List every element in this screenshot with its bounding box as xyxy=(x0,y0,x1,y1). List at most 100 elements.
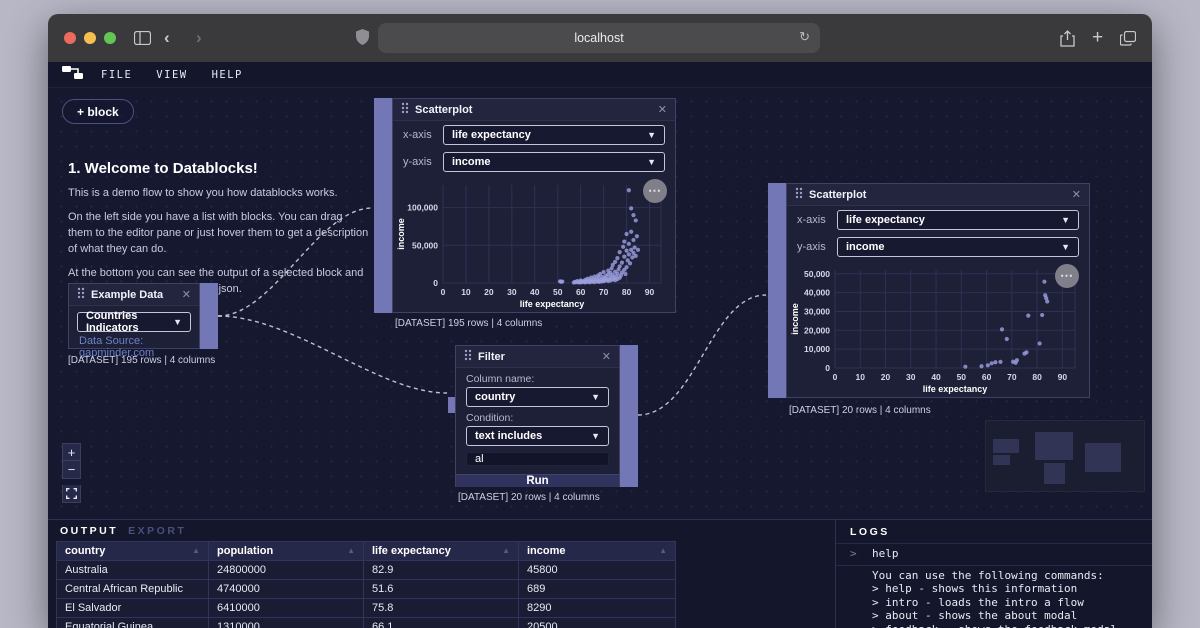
chevron-down-icon: ▼ xyxy=(173,317,182,327)
node-title: Filter xyxy=(478,350,505,363)
column-header-income[interactable]: income ▲ xyxy=(518,541,676,561)
sidebar-toggle-icon[interactable] xyxy=(134,27,151,49)
svg-text:30: 30 xyxy=(507,287,517,297)
output-port[interactable] xyxy=(200,283,218,349)
svg-text:10: 10 xyxy=(461,287,471,297)
table-cell: 6410000 xyxy=(208,598,364,618)
condition-select[interactable]: text includes ▼ xyxy=(466,426,609,446)
zoom-in-button[interactable]: + xyxy=(62,443,81,461)
flow-canvas[interactable]: + block 1. Welcome to Datablocks! This i… xyxy=(48,88,1152,519)
minimize-window-button[interactable] xyxy=(84,32,96,44)
forward-button[interactable]: › xyxy=(196,27,202,49)
x-axis-label: x-axis xyxy=(403,129,432,141)
dataset-select[interactable]: Countries Indicators ▼ xyxy=(77,310,191,334)
close-icon[interactable]: ✕ xyxy=(658,103,667,116)
tab-overview-icon[interactable] xyxy=(1120,27,1136,49)
chevron-down-icon: ▼ xyxy=(647,130,656,140)
input-port[interactable] xyxy=(768,183,786,398)
log-lines: help xyxy=(872,547,899,560)
svg-text:60: 60 xyxy=(982,372,992,382)
drag-handle-icon[interactable] xyxy=(77,286,85,304)
svg-text:0: 0 xyxy=(441,287,446,297)
input-port[interactable] xyxy=(448,397,455,413)
output-table: country ▲ population ▲ life expectancy ▲ incom… xyxy=(56,541,676,628)
filter-query-input[interactable]: al xyxy=(466,452,609,466)
x-axis-select[interactable]: life expectancy ▼ xyxy=(443,125,665,145)
chart-options-button[interactable]: ⋯ xyxy=(1055,264,1079,288)
zoom-out-button[interactable]: − xyxy=(62,461,81,479)
menu-item-help[interactable]: HELP xyxy=(212,69,243,81)
table-cell: El Salvador xyxy=(56,598,209,618)
sort-icon[interactable]: ▲ xyxy=(502,546,510,555)
column-select[interactable]: country ▼ xyxy=(466,387,609,407)
node-scatterplot-1[interactable]: Scatterplot ✕ x-axis life expectancy ▼ y… xyxy=(374,98,676,313)
new-tab-icon[interactable]: + xyxy=(1092,27,1103,49)
share-icon[interactable] xyxy=(1060,27,1075,49)
close-icon[interactable]: ✕ xyxy=(602,350,611,363)
tab-output[interactable]: OUTPUT xyxy=(60,525,118,537)
menu-item-view[interactable]: VIEW xyxy=(156,69,187,81)
reload-icon[interactable]: ↻ xyxy=(799,29,810,45)
close-window-button[interactable] xyxy=(64,32,76,44)
sort-icon[interactable]: ▲ xyxy=(659,546,667,555)
svg-text:life expectancy: life expectancy xyxy=(923,384,988,394)
column-header-life-expectancy[interactable]: life expectancy ▲ xyxy=(363,541,519,561)
drag-handle-icon[interactable] xyxy=(464,348,472,366)
table-row[interactable]: Central African Republic 4740000 51.6 689 xyxy=(56,579,676,599)
svg-text:40,000: 40,000 xyxy=(804,288,830,298)
zoom-controls: + − xyxy=(62,443,81,503)
close-icon[interactable]: ✕ xyxy=(1072,188,1081,201)
chevron-down-icon: ▼ xyxy=(1061,215,1070,225)
logs-title: LOGS xyxy=(836,520,1152,544)
minimap-node xyxy=(993,455,1010,465)
table-row[interactable]: Australia 24800000 82.9 45800 xyxy=(56,560,676,580)
browser-chrome: ‹ › localhost ↻ + xyxy=(48,14,1152,62)
column-header-country[interactable]: country ▲ xyxy=(56,541,209,561)
run-button[interactable]: Run xyxy=(456,474,619,487)
tab-export[interactable]: EXPORT xyxy=(128,525,186,537)
add-block-button[interactable]: + block xyxy=(62,99,134,124)
sort-icon[interactable]: ▲ xyxy=(192,546,200,555)
drag-handle-icon[interactable] xyxy=(795,186,803,204)
x-axis-select[interactable]: life expectancy ▼ xyxy=(837,210,1079,230)
node-header[interactable]: Filter ✕ xyxy=(456,346,619,368)
node-example-data[interactable]: Example Data ✕ Countries Indicators ▼ Da… xyxy=(68,283,218,359)
table-row[interactable]: El Salvador 6410000 75.8 8290 xyxy=(56,598,676,618)
drag-handle-icon[interactable] xyxy=(401,101,409,119)
close-icon[interactable]: ✕ xyxy=(182,288,191,301)
node-header[interactable]: Scatterplot ✕ xyxy=(393,99,675,121)
output-port[interactable] xyxy=(620,345,638,487)
url-bar[interactable]: localhost ↻ xyxy=(378,23,820,53)
node-header[interactable]: Scatterplot ✕ xyxy=(787,184,1089,206)
bottom-panel: OUTPUT EXPORT country ▲ population ▲ life exp… xyxy=(48,519,1152,628)
menu-item-file[interactable]: FILE xyxy=(101,69,132,81)
y-axis-label: y-axis xyxy=(797,241,826,253)
svg-text:50,000: 50,000 xyxy=(412,240,438,250)
node-header[interactable]: Example Data ✕ xyxy=(69,284,199,306)
log-lines: You can use the following commands: > hel… xyxy=(872,568,1117,628)
node-filter[interactable]: Filter ✕ Column name: country ▼ Conditio… xyxy=(448,345,638,487)
svg-text:10,000: 10,000 xyxy=(804,344,830,354)
y-axis-select[interactable]: income ▼ xyxy=(443,152,665,172)
chevron-down-icon: ▼ xyxy=(647,157,656,167)
minimap[interactable] xyxy=(985,420,1145,492)
chart-options-button[interactable]: ⋯ xyxy=(643,179,667,203)
table-cell: Equatorial Guinea xyxy=(56,617,209,628)
node-title: Example Data xyxy=(91,288,164,301)
y-axis-select[interactable]: income ▼ xyxy=(837,237,1079,257)
back-button[interactable]: ‹ xyxy=(164,27,170,49)
fit-view-button[interactable] xyxy=(62,485,81,503)
svg-text:50,000: 50,000 xyxy=(804,269,830,279)
svg-text:70: 70 xyxy=(1007,372,1017,382)
zoom-window-button[interactable] xyxy=(104,32,116,44)
sort-icon[interactable]: ▲ xyxy=(347,546,355,555)
welcome-paragraph: On the left side you have a list with bl… xyxy=(68,210,369,255)
input-port[interactable] xyxy=(374,98,392,313)
scatter-chart: 0 10 20 30 40 50 60 70 80 90 0 10,000 20,000 30,000 40… xyxy=(787,260,1089,401)
column-header-population[interactable]: population ▲ xyxy=(208,541,364,561)
svg-text:0: 0 xyxy=(433,278,438,288)
table-row[interactable]: Equatorial Guinea 1310000 66.1 20500 xyxy=(56,617,676,628)
svg-text:30,000: 30,000 xyxy=(804,306,830,316)
node-scatterplot-2[interactable]: Scatterplot ✕ x-axis life expectancy ▼ y… xyxy=(768,183,1090,398)
svg-text:80: 80 xyxy=(1032,372,1042,382)
